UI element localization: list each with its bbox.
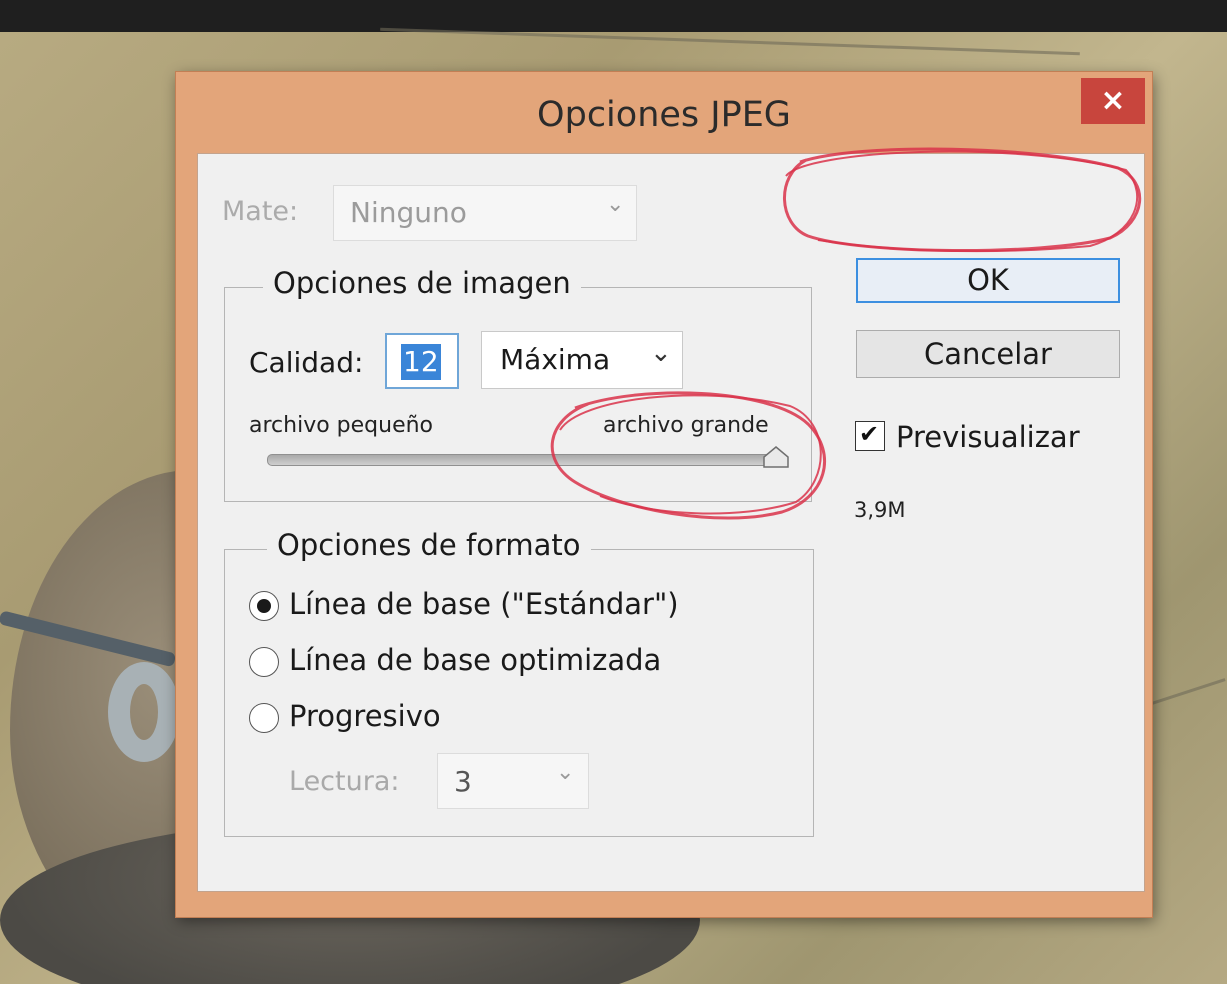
matte-label: Mate:: [222, 196, 299, 227]
image-options-title: Opciones de imagen: [263, 266, 581, 300]
image-options-group: Opciones de imagen Calidad: 12 Máxima ⌄ …: [224, 266, 812, 502]
background-crack: [1151, 678, 1226, 705]
background-metal-ring: [108, 662, 180, 762]
quality-preset-value: Máxima: [500, 343, 611, 376]
radio-button[interactable]: [249, 703, 279, 733]
quality-label: Calidad:: [249, 346, 364, 379]
radio-label: Línea de base optimizada: [289, 643, 662, 677]
scans-dropdown[interactable]: 3 ⌄: [437, 753, 589, 809]
chevron-down-icon: ⌄: [556, 760, 575, 785]
quality-preset-dropdown[interactable]: Máxima ⌄: [481, 331, 683, 389]
radio-button[interactable]: [249, 647, 279, 677]
jpeg-options-dialog: Opciones JPEG × Mate: Ninguno ⌄ Opciones…: [176, 72, 1152, 917]
ok-button[interactable]: OK: [856, 258, 1120, 303]
quality-value: 12: [401, 344, 441, 380]
app-top-bar: [0, 0, 1227, 32]
radio-label: Línea de base ("Estándar"): [289, 587, 679, 621]
screenshot: Opciones JPEG × Mate: Ninguno ⌄ Opciones…: [0, 0, 1227, 984]
format-options-title: Opciones de formato: [267, 528, 591, 562]
checkmark-icon: ✔: [859, 420, 880, 448]
close-button[interactable]: ×: [1081, 78, 1145, 124]
scans-value: 3: [454, 765, 472, 798]
radio-label: Progresivo: [289, 699, 441, 733]
cancel-button[interactable]: Cancelar: [856, 330, 1120, 378]
close-icon: ×: [1100, 83, 1126, 118]
radio-selected-dot: [257, 599, 271, 613]
preview-label: Previsualizar: [896, 420, 1080, 454]
matte-dropdown[interactable]: Ninguno ⌄: [333, 185, 637, 241]
scans-label: Lectura:: [289, 766, 400, 797]
slider-max-label: archivo grande: [603, 413, 769, 438]
cancel-button-label: Cancelar: [924, 337, 1052, 371]
chevron-down-icon: ⌄: [606, 192, 625, 217]
preview-checkbox[interactable]: ✔: [855, 420, 885, 451]
quality-slider-thumb[interactable]: [763, 446, 789, 468]
file-size-readout: 3,9M: [854, 498, 906, 522]
matte-value: Ninguno: [350, 196, 467, 229]
quality-slider-track[interactable]: [267, 454, 787, 466]
dialog-title: Opciones JPEG: [537, 95, 791, 135]
ok-button-label: OK: [967, 263, 1009, 297]
quality-input[interactable]: 12: [385, 333, 459, 389]
dialog-content: Mate: Ninguno ⌄ Opciones de imagen Calid…: [197, 153, 1145, 892]
radio-button[interactable]: [249, 591, 279, 621]
format-options-group: Opciones de formato Línea de base ("Está…: [224, 528, 814, 837]
chevron-down-icon: ⌄: [650, 338, 672, 368]
slider-min-label: archivo pequeño: [249, 413, 434, 438]
